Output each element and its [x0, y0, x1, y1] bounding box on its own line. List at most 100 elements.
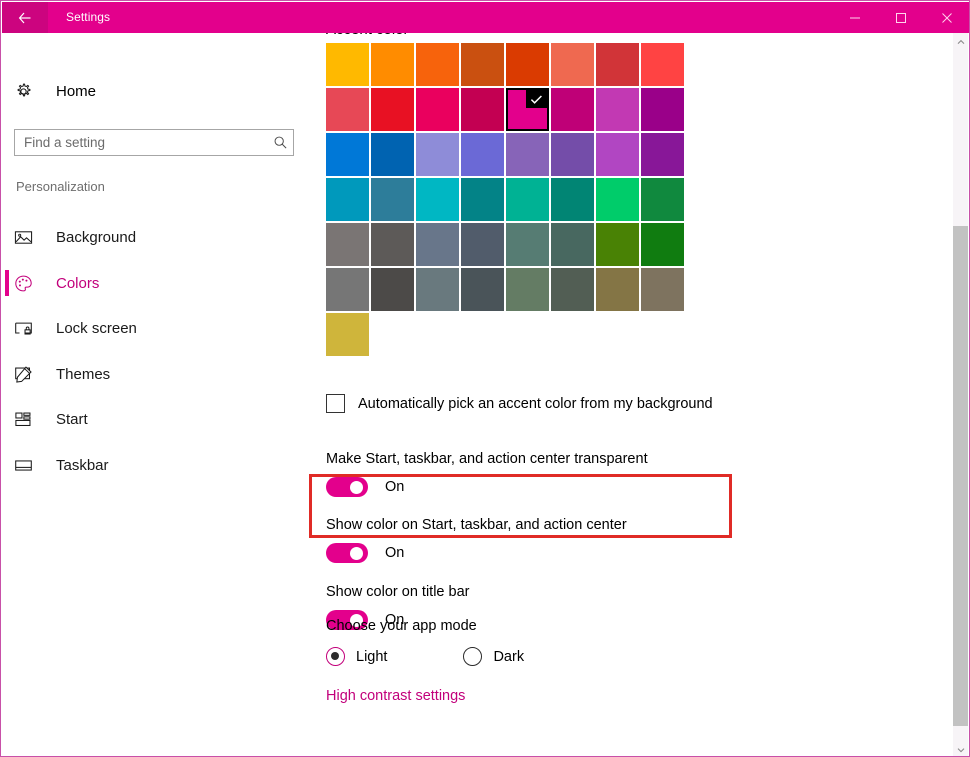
- window-title: Settings: [66, 2, 110, 33]
- accent-color-swatch[interactable]: [596, 133, 639, 176]
- scroll-down-button[interactable]: [953, 741, 968, 757]
- accent-color-swatch[interactable]: [371, 268, 414, 311]
- sidebar-item-label: Themes: [56, 366, 110, 383]
- accent-color-swatch[interactable]: [326, 88, 369, 131]
- accent-color-swatch[interactable]: [551, 133, 594, 176]
- sidebar-item-background[interactable]: Background: [2, 215, 307, 261]
- sidebar-item-home[interactable]: Home: [2, 73, 307, 109]
- accent-color-swatch[interactable]: [326, 43, 369, 86]
- transparency-toggle[interactable]: [326, 477, 368, 497]
- accent-color-swatch[interactable]: [461, 268, 504, 311]
- light-radio[interactable]: [326, 647, 345, 666]
- accent-color-swatch[interactable]: [416, 43, 459, 86]
- accent-color-swatch[interactable]: [596, 223, 639, 266]
- app-mode-heading: Choose your app mode: [326, 618, 477, 634]
- accent-color-swatch[interactable]: [371, 133, 414, 176]
- sidebar-item-colors[interactable]: Colors: [2, 261, 307, 307]
- accent-color-swatch[interactable]: [461, 223, 504, 266]
- high-contrast-settings-link[interactable]: High contrast settings: [326, 688, 465, 704]
- accent-color-swatch[interactable]: [551, 43, 594, 86]
- accent-color-swatch[interactable]: [371, 88, 414, 131]
- accent-color-swatch[interactable]: [371, 178, 414, 221]
- accent-color-swatch[interactable]: [416, 88, 459, 131]
- scroll-up-button[interactable]: [953, 33, 968, 49]
- accent-color-swatch[interactable]: [596, 178, 639, 221]
- dark-radio[interactable]: [463, 647, 482, 666]
- accent-color-swatch[interactable]: [506, 268, 549, 311]
- search-input[interactable]: [15, 130, 267, 155]
- search-icon[interactable]: [267, 135, 293, 150]
- sidebar-item-taskbar[interactable]: Taskbar: [2, 443, 307, 489]
- accent-color-swatch[interactable]: [641, 43, 684, 86]
- accent-color-swatch[interactable]: [461, 178, 504, 221]
- transparency-toggle-row[interactable]: On: [326, 477, 404, 497]
- swatch-row: [326, 268, 690, 311]
- accent-color-swatch[interactable]: [641, 178, 684, 221]
- accent-color-swatch[interactable]: [416, 178, 459, 221]
- accent-color-swatch[interactable]: [641, 268, 684, 311]
- swatch-row: [326, 223, 690, 266]
- accent-color-swatch[interactable]: [461, 43, 504, 86]
- palette-icon: [14, 274, 54, 293]
- settings-window: Settings: [0, 0, 970, 757]
- picture-icon: [14, 228, 54, 247]
- back-button[interactable]: [2, 2, 48, 33]
- minimize-icon: [849, 12, 861, 24]
- brush-icon: [14, 365, 54, 384]
- accent-color-swatch[interactable]: [596, 88, 639, 131]
- show-color-start-toggle[interactable]: [326, 543, 368, 563]
- accent-color-swatch[interactable]: [551, 178, 594, 221]
- accent-color-swatch[interactable]: [551, 268, 594, 311]
- accent-color-swatch[interactable]: [416, 133, 459, 176]
- accent-color-grid: [326, 43, 690, 358]
- sidebar-item-label: Start: [56, 411, 88, 428]
- accent-color-swatch[interactable]: [641, 133, 684, 176]
- accent-color-swatch[interactable]: [326, 223, 369, 266]
- back-arrow-icon: [17, 10, 33, 26]
- toggle-knob: [350, 481, 363, 494]
- accent-color-swatch[interactable]: [461, 88, 504, 131]
- scrollbar-thumb[interactable]: [953, 226, 968, 726]
- sidebar-items: Background Colors: [2, 215, 307, 488]
- accent-color-swatch[interactable]: [506, 133, 549, 176]
- accent-color-swatch[interactable]: [326, 178, 369, 221]
- accent-color-swatch[interactable]: [326, 133, 369, 176]
- accent-color-swatch[interactable]: [416, 223, 459, 266]
- accent-color-swatch[interactable]: [506, 88, 549, 131]
- auto-accent-row[interactable]: Automatically pick an accent color from …: [326, 394, 713, 413]
- sidebar-item-start[interactable]: Start: [2, 397, 307, 443]
- accent-color-swatch[interactable]: [506, 43, 549, 86]
- close-button[interactable]: [924, 2, 970, 33]
- accent-color-swatch[interactable]: [416, 268, 459, 311]
- accent-color-swatch[interactable]: [641, 223, 684, 266]
- search-box[interactable]: [14, 129, 294, 156]
- swatch-row: [326, 43, 690, 86]
- light-radio-label: Light: [356, 649, 387, 665]
- toggle-knob: [350, 547, 363, 560]
- minimize-button[interactable]: [832, 2, 878, 33]
- accent-color-swatch[interactable]: [506, 223, 549, 266]
- sidebar-item-themes[interactable]: Themes: [2, 352, 307, 398]
- accent-color-swatch[interactable]: [461, 133, 504, 176]
- accent-color-swatch[interactable]: [551, 88, 594, 131]
- selection-indicator: [5, 270, 9, 296]
- accent-color-swatch[interactable]: [371, 43, 414, 86]
- accent-color-swatch[interactable]: [596, 268, 639, 311]
- accent-color-swatch[interactable]: [506, 178, 549, 221]
- app-mode-option-dark[interactable]: Dark: [463, 647, 524, 666]
- sidebar-item-lock-screen[interactable]: Lock screen: [2, 306, 307, 352]
- accent-color-swatch[interactable]: [326, 313, 369, 356]
- swatch-row: [326, 313, 690, 356]
- maximize-button[interactable]: [878, 2, 924, 33]
- app-mode-option-light[interactable]: Light: [326, 647, 387, 666]
- accent-color-swatch[interactable]: [596, 43, 639, 86]
- accent-color-swatch[interactable]: [551, 223, 594, 266]
- show-color-start-toggle-state: On: [385, 545, 404, 561]
- accent-color-swatch[interactable]: [641, 88, 684, 131]
- auto-accent-checkbox[interactable]: [326, 394, 345, 413]
- accent-color-swatch[interactable]: [371, 223, 414, 266]
- show-color-start-toggle-row[interactable]: On: [326, 543, 404, 563]
- vertical-scrollbar[interactable]: [953, 33, 968, 757]
- accent-color-swatch[interactable]: [326, 268, 369, 311]
- accent-color-heading: Accent color: [326, 33, 409, 38]
